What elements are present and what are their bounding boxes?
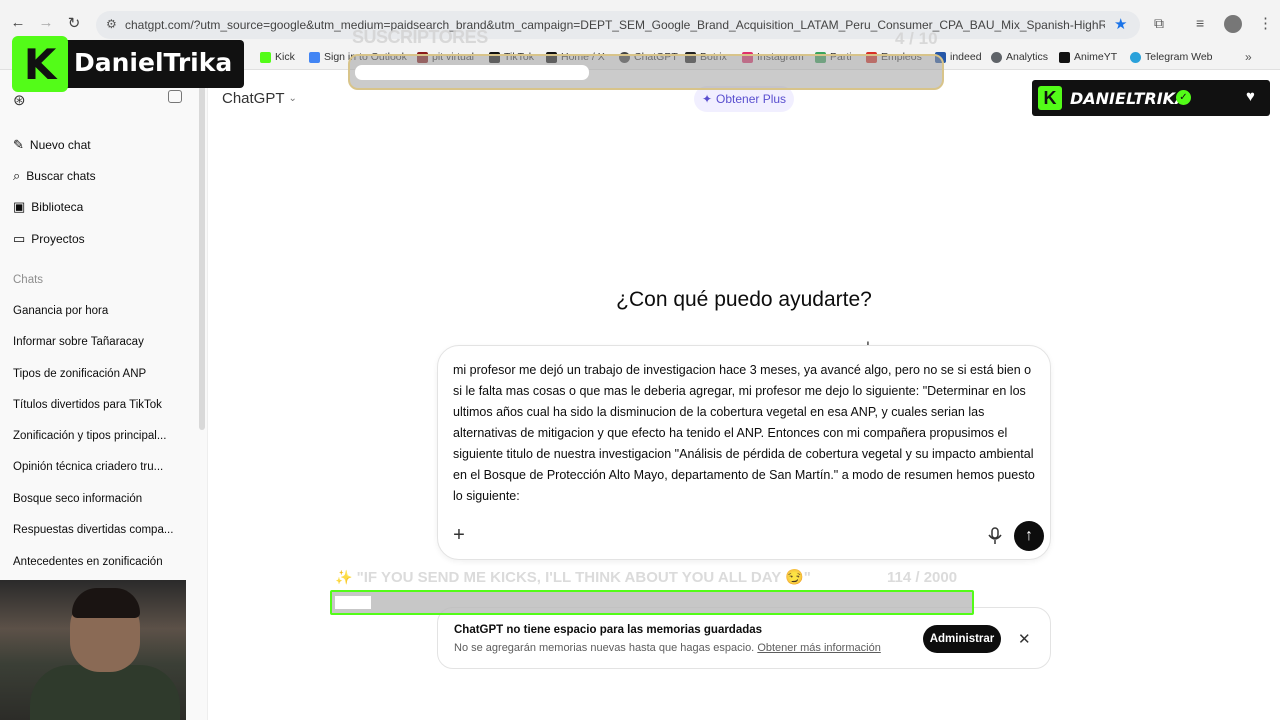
sidebar-scrollbar[interactable]: [199, 80, 205, 430]
subscriber-goal-fill: [355, 65, 589, 80]
sidebar-item-new-chat[interactable]: ✎ Nuevo chat: [13, 137, 91, 153]
chat-item[interactable]: Opinión técnica criadero tru...: [13, 461, 188, 473]
badge-name: DANIELTRIKA: [1070, 89, 1188, 108]
kicks-goal-count: 114 / 2000: [887, 569, 958, 586]
profile-avatar[interactable]: [1224, 15, 1242, 33]
chat-item[interactable]: Títulos divertidos para TikTok: [13, 399, 188, 411]
site-info-icon[interactable]: ⚙: [106, 17, 117, 31]
bookmark-star-icon[interactable]: ★: [1114, 15, 1127, 33]
heart-icon: ♥: [1246, 88, 1255, 105]
bookmark-telegram[interactable]: Telegram Web: [1130, 51, 1213, 63]
banner-title: ChatGPT no tiene espacio para las memori…: [454, 624, 763, 636]
prompt-input[interactable]: mi profesor me dejó un trabajo de invest…: [453, 360, 1038, 507]
close-icon[interactable]: ✕: [1018, 630, 1031, 648]
browser-menu-icon[interactable]: ⋮: [1258, 14, 1273, 32]
analytics-icon: [991, 51, 1002, 63]
sidebar-item-library[interactable]: ▣ Biblioteca: [13, 199, 83, 215]
sidebar-item-search[interactable]: ⌕ Buscar chats: [13, 168, 96, 184]
chat-item[interactable]: Informar sobre Tañaracay: [13, 336, 188, 348]
chat-item[interactable]: Respuestas divertidas compa...: [13, 524, 188, 536]
chat-item[interactable]: Antecedentes en zonificación: [13, 556, 188, 568]
pencil-square-icon: ✎: [13, 137, 24, 152]
search-icon: ⌕: [13, 168, 21, 183]
extensions-icon[interactable]: ⧉: [1154, 15, 1164, 32]
windows-icon: [309, 51, 320, 63]
toggle-sidebar-icon[interactable]: [168, 90, 182, 103]
bookmark-kick[interactable]: Kick: [260, 51, 295, 63]
webcam-person-hair: [72, 588, 140, 618]
bookmark-analytics[interactable]: Analytics: [991, 51, 1048, 63]
kicks-goal-bar: [330, 590, 974, 615]
page-title: ¿Con qué puedo ayudarte?: [616, 288, 872, 311]
webcam-person-body: [30, 665, 180, 720]
streamer-name: DanielTrika: [74, 48, 233, 77]
telegram-icon: [1130, 51, 1141, 63]
reload-icon[interactable]: ↻: [64, 14, 84, 32]
send-button[interactable]: ↑: [1014, 521, 1044, 551]
add-attachment-icon[interactable]: +: [450, 524, 468, 547]
kicks-goal-fill: [335, 596, 371, 609]
model-selector[interactable]: ChatGPT ⌄: [222, 90, 297, 107]
more-bookmarks-icon[interactable]: »: [1245, 50, 1252, 64]
library-icon: ▣: [13, 199, 26, 214]
chat-item[interactable]: Zonificación y tipos principal...: [13, 430, 188, 442]
media-icon[interactable]: ≡: [1196, 15, 1204, 31]
openai-logo-icon[interactable]: ⊛: [13, 91, 26, 109]
chevron-down-icon: ⌄: [288, 93, 297, 104]
chat-item[interactable]: Tipos de zonificación ANP: [13, 368, 188, 380]
kick-icon: [260, 51, 271, 63]
microphone-icon[interactable]: [987, 527, 1003, 545]
chat-item[interactable]: Bosque seco información: [13, 493, 188, 505]
subscriber-goal-label: SUSCRIPTORES: [352, 27, 488, 47]
arrow-up-icon: ↑: [1025, 527, 1033, 544]
learn-more-link[interactable]: Obtener más información: [757, 642, 881, 654]
kick-logo-icon: K: [1038, 86, 1062, 110]
url-text[interactable]: chatgpt.com/?utm_source=google&utm_mediu…: [125, 18, 1105, 32]
sidebar-item-projects[interactable]: ▭ Proyectos: [13, 231, 85, 247]
sparkle-icon: ✨: [335, 569, 353, 585]
folder-icon: ▭: [13, 231, 26, 246]
back-icon[interactable]: ←: [8, 14, 28, 31]
youtube-icon: [1059, 51, 1070, 63]
chats-section-label: Chats: [13, 274, 44, 286]
chat-item[interactable]: Ganancia por hora: [13, 305, 188, 317]
forward-icon[interactable]: →: [36, 14, 56, 31]
kicks-goal-text: ✨ "IF YOU SEND ME KICKS, I'LL THINK ABOU…: [335, 569, 811, 586]
verified-icon: ✓: [1176, 90, 1191, 105]
banner-body: No se agregarán memorias nuevas hasta qu…: [454, 642, 881, 654]
subscriber-goal-count: 4 / 10: [895, 29, 938, 48]
sparkle-icon: ✦: [701, 92, 712, 106]
bookmark-animeyt[interactable]: AnimeYT: [1059, 51, 1117, 63]
manage-button[interactable]: Administrar: [923, 625, 1001, 653]
kick-logo-icon: K: [12, 36, 68, 92]
